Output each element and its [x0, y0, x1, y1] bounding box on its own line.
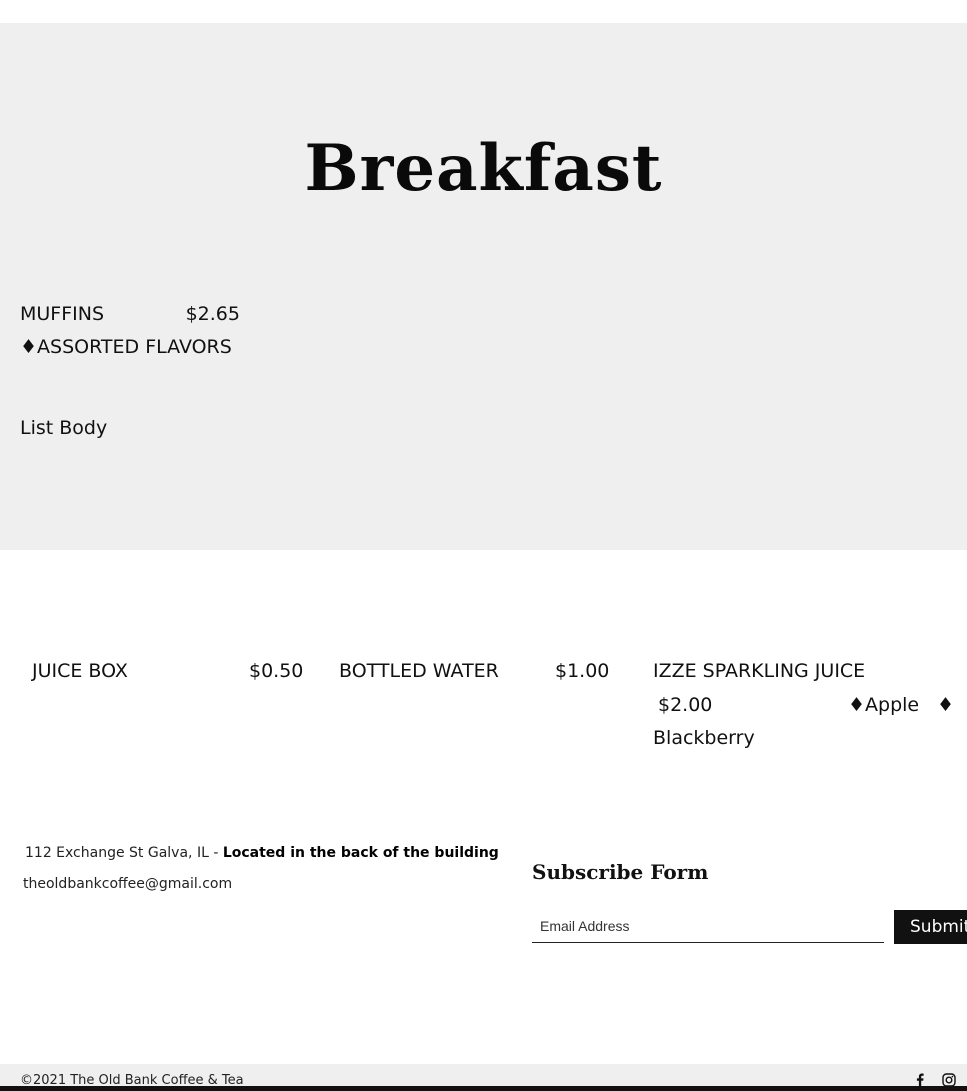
instagram-icon[interactable]: [942, 1072, 956, 1087]
menu-item-flavor: Blackberry: [653, 727, 755, 749]
menu-item-juice-box: JUICE BOX $0.50: [32, 655, 312, 689]
footer-address: 112 Exchange St Galva, IL - Located in t…: [25, 845, 499, 861]
bottom-edge: [0, 1086, 967, 1091]
menu-item-price: $2.65: [185, 303, 240, 325]
breakfast-section: Breakfast MUFFINS $2.65 ♦ASSORTED FLAVOR…: [0, 23, 967, 550]
menu-item-izze-sparkling-juice: IZZE SPARKLING JUICE $2.00 ♦Apple ♦ Blac…: [653, 655, 955, 756]
subscribe-form-title: Subscribe Form: [532, 860, 709, 884]
email-address-input[interactable]: [532, 910, 884, 943]
menu-item-description: ♦ASSORTED FLAVORS: [20, 336, 232, 358]
menu-item-name: IZZE SPARKLING JUICE: [653, 660, 866, 682]
menu-item-name: MUFFINS: [20, 303, 105, 325]
menu-item-name: JUICE BOX: [32, 660, 128, 682]
page-title: Breakfast: [304, 131, 663, 206]
list-body-text: List Body: [20, 417, 108, 439]
facebook-icon[interactable]: [913, 1072, 927, 1087]
bottom-bar: ©2021 The Old Bank Coffee & Tea: [0, 1064, 967, 1088]
submit-button[interactable]: Submit: [894, 910, 967, 944]
menu-item-price: $0.50: [249, 660, 304, 682]
menu-item-muffins: MUFFINS $2.65 ♦ASSORTED FLAVORS: [20, 298, 240, 364]
menu-item-name: BOTTLED WATER: [339, 660, 499, 682]
menu-item-price: $1.00: [555, 660, 610, 682]
footer-email-link[interactable]: theoldbankcoffee@gmail.com: [23, 876, 232, 892]
address-note: Located in the back of the building: [222, 845, 499, 861]
menu-item-bottled-water: BOTTLED WATER $1.00: [339, 655, 619, 689]
menu-item-flavor: ♦Apple: [848, 693, 920, 716]
address-text: 112 Exchange St Galva, IL -: [25, 845, 223, 861]
menu-item-flavor-bullet: ♦: [937, 693, 955, 716]
